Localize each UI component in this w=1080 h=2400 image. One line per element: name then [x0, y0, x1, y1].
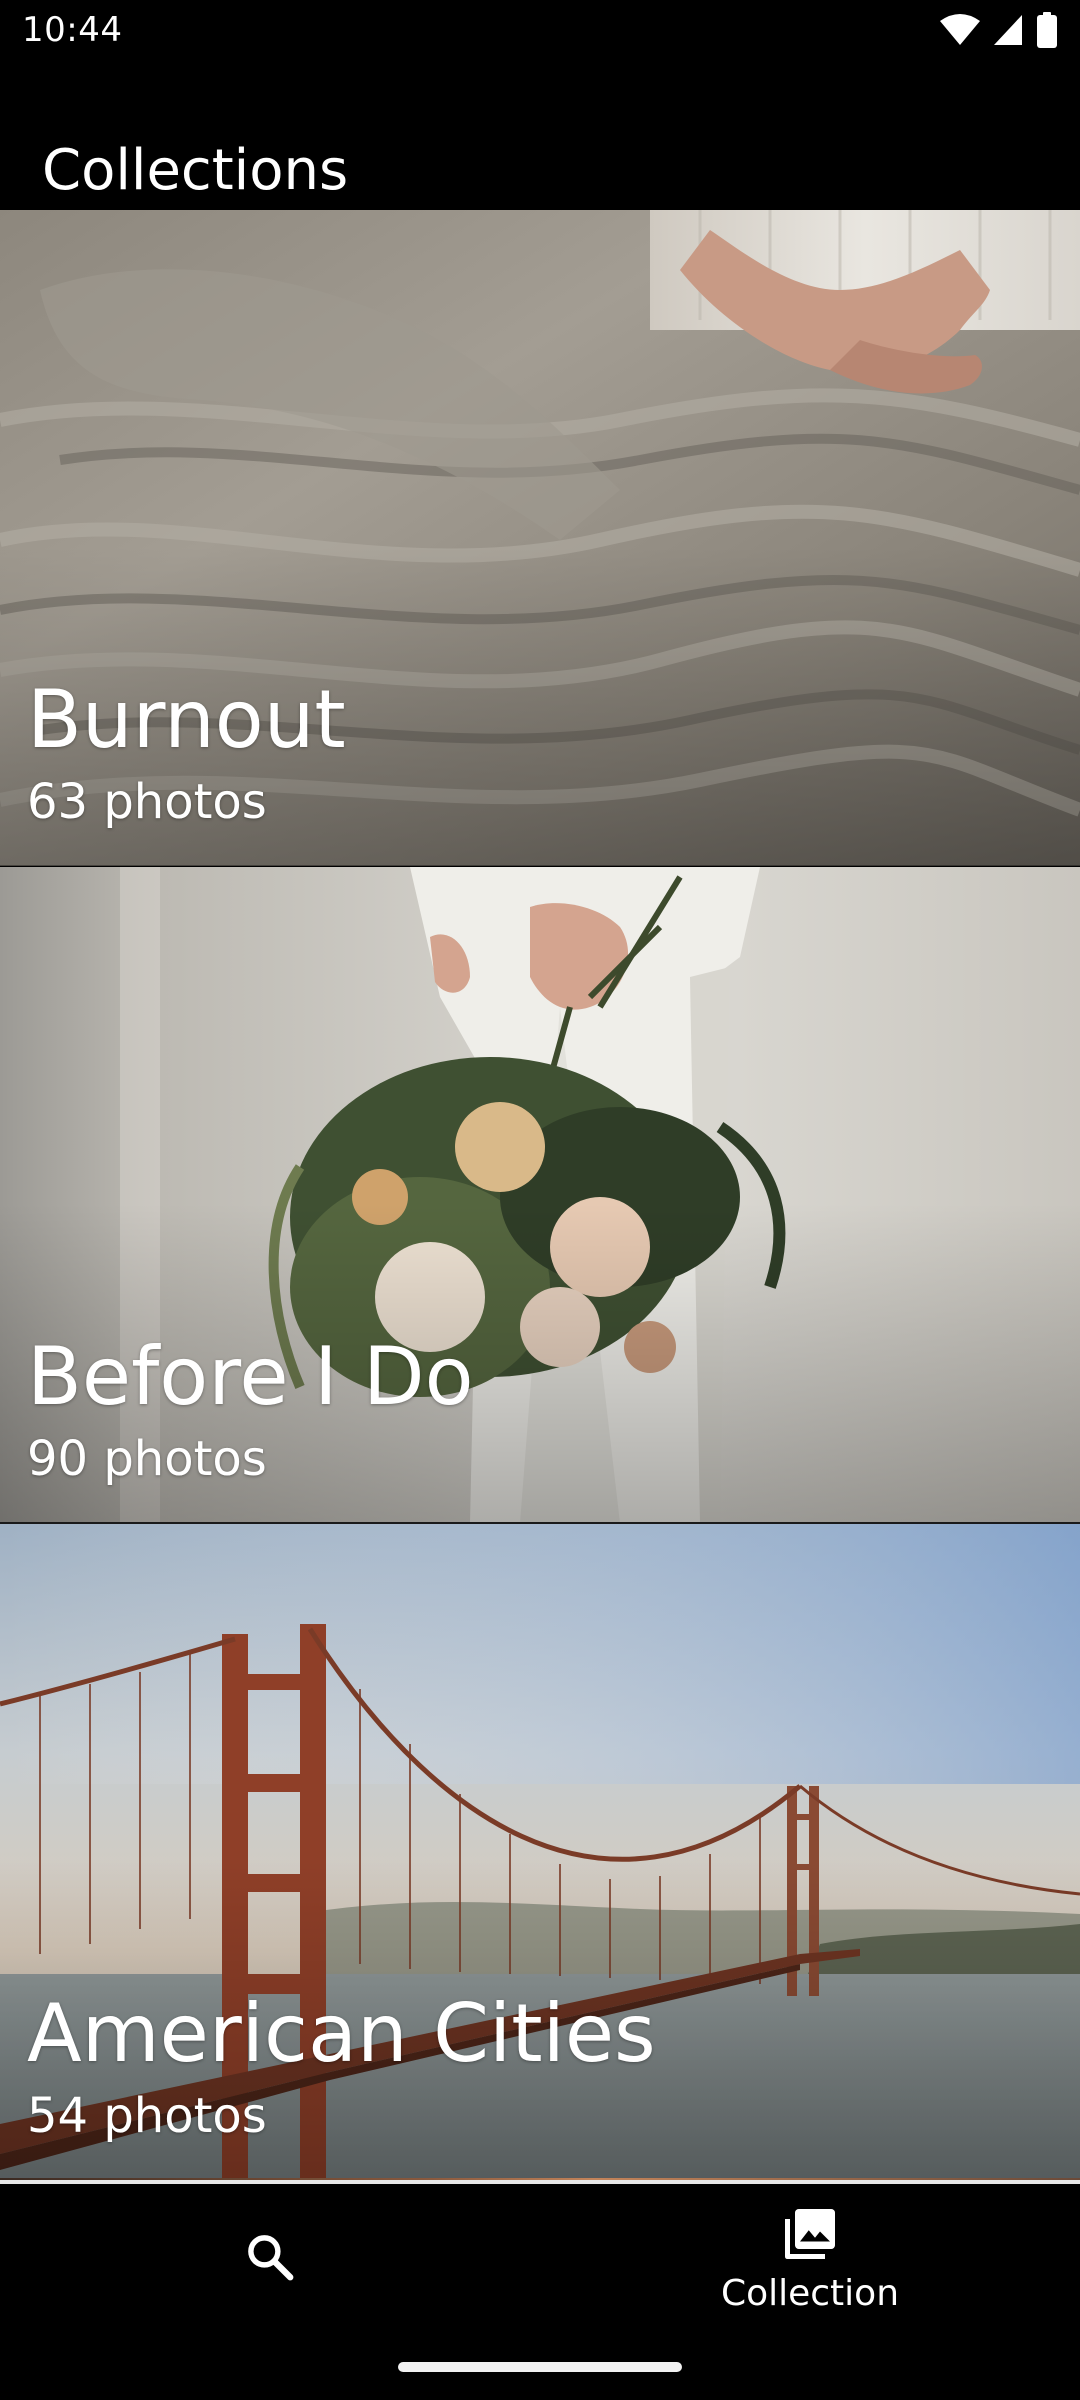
nav-collection-label: Collection	[720, 2273, 900, 2314]
collection-card-before-i-do[interactable]: Before I Do 90 photos	[0, 867, 1080, 1523]
nav-collection[interactable]: Collection	[540, 2184, 1080, 2334]
collection-card-american-cities[interactable]: American Cities 54 photos	[0, 1524, 1080, 2180]
nav-search[interactable]	[0, 2184, 540, 2334]
home-indicator[interactable]	[398, 2362, 682, 2372]
search-icon	[243, 2230, 297, 2289]
collection-title: Burnout	[27, 673, 346, 766]
status-time: 10:44	[22, 10, 123, 50]
app-bar: Collections	[0, 62, 1080, 210]
battery-icon	[1036, 12, 1058, 53]
status-icons	[940, 12, 1058, 53]
status-bar: 10:44	[0, 0, 1080, 62]
collection-photo-count: 90 photos	[27, 1431, 267, 1487]
collection-list[interactable]: Burnout 63 photos Before I Do 90 photos …	[0, 210, 1080, 2230]
collections-screen: 10:44 Collections Burnout 63 photos Befo…	[0, 0, 1080, 2400]
page-title: Collections	[42, 137, 349, 203]
collection-card-burnout[interactable]: Burnout 63 photos	[0, 210, 1080, 866]
cellular-signal-icon	[992, 13, 1024, 52]
collection-title: Before I Do	[27, 1330, 474, 1423]
collection-photo-count: 63 photos	[27, 774, 267, 830]
collection-photo-count: 54 photos	[27, 2088, 267, 2144]
collection-title: American Cities	[27, 1987, 656, 2080]
photo-library-icon	[780, 2204, 840, 2269]
wifi-icon	[940, 13, 980, 52]
